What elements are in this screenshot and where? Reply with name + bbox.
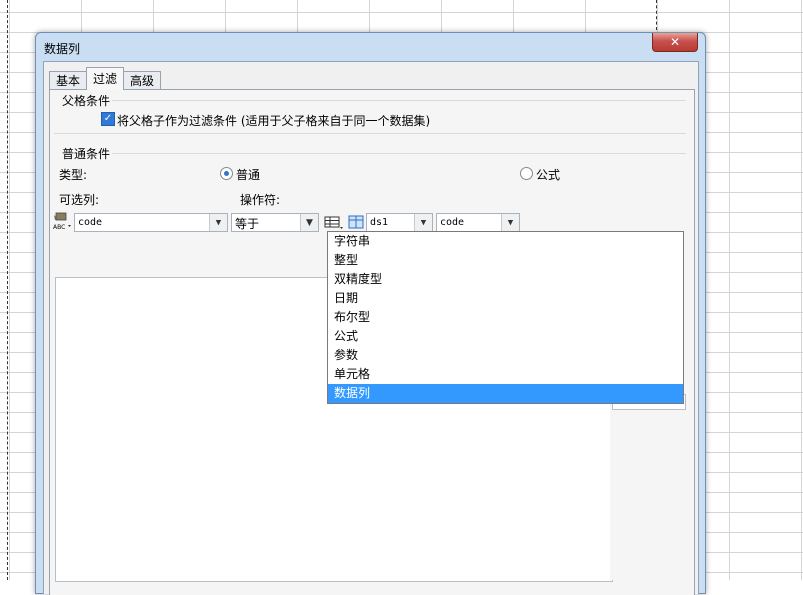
chevron-down-icon[interactable]: ▼ — [209, 214, 227, 231]
svg-text:ABC: ABC — [53, 224, 65, 230]
column-select[interactable]: code ▼ — [74, 213, 228, 232]
dropdown-item-date[interactable]: 日期 — [328, 289, 683, 308]
divider — [112, 100, 686, 101]
page-break-line — [7, 0, 8, 580]
type-label: 类型: — [59, 168, 88, 182]
page-break-line — [656, 0, 657, 30]
type-formula-label: 公式 — [536, 168, 561, 182]
column-type-icon[interactable]: ABC — [52, 212, 72, 231]
column-select-value: code — [78, 217, 103, 228]
column-label: 可选列: — [59, 193, 100, 207]
close-icon: ✕ — [669, 35, 681, 49]
chevron-down-icon[interactable]: ▼ — [414, 214, 432, 231]
dropdown-item-data-column[interactable]: 数据列 — [328, 384, 683, 403]
operator-select-value: 等于 — [235, 217, 260, 231]
dataset-select-value: ds1 — [370, 217, 389, 228]
dropdown-item-string[interactable]: 字符串 — [328, 232, 683, 251]
chevron-down-icon[interactable]: ▼ — [501, 214, 519, 231]
type-normal-radio[interactable] — [220, 167, 233, 180]
close-button[interactable]: ✕ — [652, 33, 698, 52]
parent-condition-title: 父格条件 — [62, 94, 111, 108]
operator-select[interactable]: 等于 ▼ — [231, 213, 319, 232]
dropdown-item-cell[interactable]: 单元格 — [328, 365, 683, 384]
dialog-title: 数据列 — [44, 42, 81, 56]
dropdown-item-integer[interactable]: 整型 — [328, 251, 683, 270]
divider — [112, 153, 686, 154]
tab-advanced[interactable]: 高级 — [123, 71, 162, 90]
divider — [54, 133, 686, 134]
normal-condition-title: 普通条件 — [62, 147, 111, 161]
tab-bar: 基本 过滤 高级 — [49, 67, 162, 90]
chevron-down-icon[interactable]: ▼ — [300, 214, 318, 231]
operator-label: 操作符: — [240, 193, 281, 207]
type-normal-label: 普通 — [236, 168, 261, 182]
field-select-value: code — [440, 217, 465, 228]
dataset-select[interactable]: ds1 ▼ — [366, 213, 433, 232]
value-type-icon[interactable] — [324, 215, 344, 231]
value-type-dropdown[interactable]: 字符串 整型 双精度型 日期 布尔型 公式 参数 单元格 数据列 — [327, 231, 684, 404]
type-formula-radio[interactable] — [520, 167, 533, 180]
title-bar[interactable]: 数据列 ✕ — [36, 33, 705, 61]
dataset-icon — [348, 215, 364, 229]
dropdown-item-formula[interactable]: 公式 — [328, 327, 683, 346]
dropdown-item-boolean[interactable]: 布尔型 — [328, 308, 683, 327]
parent-filter-checkbox[interactable]: ✓ — [101, 112, 115, 126]
dropdown-item-parameter[interactable]: 参数 — [328, 346, 683, 365]
check-icon: ✓ — [103, 113, 113, 124]
parent-filter-label: 将父格子作为过滤条件 (适用于父子格来自于同一个数据集) — [117, 114, 431, 128]
dropdown-item-double[interactable]: 双精度型 — [328, 270, 683, 289]
tab-filter[interactable]: 过滤 — [86, 67, 125, 90]
tab-basic[interactable]: 基本 — [49, 71, 88, 90]
field-select[interactable]: code ▼ — [436, 213, 520, 232]
